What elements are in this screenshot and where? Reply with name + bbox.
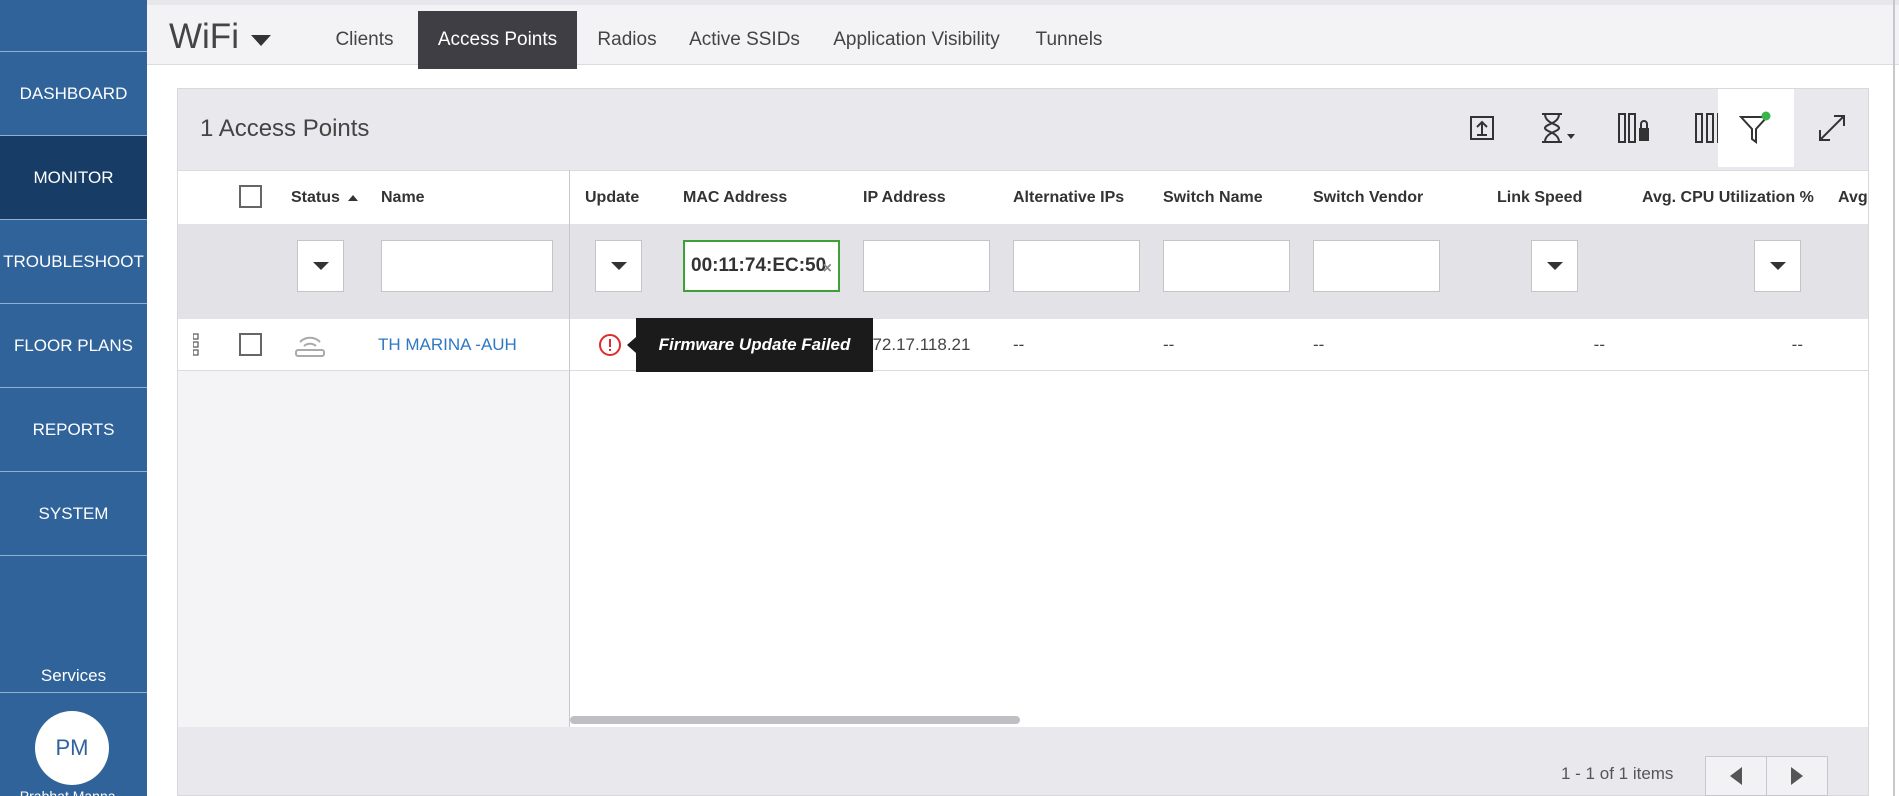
column-header-update[interactable]: Update [585, 171, 639, 225]
alternative-ips-filter-input[interactable] [1013, 240, 1140, 292]
tab-clients[interactable]: Clients [317, 11, 412, 69]
filter-icon [1739, 111, 1771, 144]
top-navigation: WiFi Clients Access Points Radios Active… [147, 0, 1899, 69]
expand-button[interactable] [1794, 89, 1870, 167]
chevron-down-icon [610, 262, 627, 270]
link-speed-cell: -- [1593, 335, 1605, 354]
chevron-down-icon [250, 34, 271, 46]
column-header-status[interactable]: Status [291, 171, 358, 225]
update-cell[interactable] [598, 319, 622, 371]
app-title: WiFi [169, 17, 239, 56]
status-cell [294, 319, 326, 371]
time-range-button[interactable] [1520, 89, 1596, 167]
column-header-ip-address[interactable]: IP Address [863, 171, 946, 225]
tab-active-ssids[interactable]: Active SSIDs [682, 11, 807, 69]
sidebar-item-dashboard[interactable]: DASHBOARD [0, 52, 147, 136]
sidebar-item-floor-plans[interactable]: FLOOR PLANS [0, 304, 147, 388]
avatar[interactable]: PM [35, 711, 109, 785]
sidebar-top [0, 0, 147, 52]
drag-handle-icon [193, 333, 199, 356]
alert-icon [599, 334, 621, 356]
switch-name-cell: -- [1163, 335, 1175, 354]
chevron-down-icon [1769, 262, 1786, 270]
row-checkbox[interactable] [239, 333, 262, 356]
update-filter-select[interactable] [595, 240, 642, 292]
tab-tunnels[interactable]: Tunnels [1024, 11, 1114, 69]
sidebar-item-troubleshoot[interactable]: TROUBLESHOOT [0, 220, 147, 304]
ip-address-filter-input[interactable] [863, 240, 990, 292]
frozen-column-divider [569, 170, 570, 727]
clear-icon[interactable]: × [823, 260, 832, 278]
table-row[interactable]: TH MARINA -AUH 172.17.118.21 -- -- -- --… [178, 319, 1868, 371]
sidebar-item-monitor[interactable]: MONITOR [0, 136, 147, 220]
horizontal-scrollbar[interactable] [570, 716, 1020, 724]
export-icon [1470, 116, 1494, 140]
filter-row: 00:11:74:EC:50 × [178, 224, 1868, 319]
access-point-status-icon [295, 336, 325, 357]
time-range-icon [1542, 113, 1575, 143]
grid-header: Status Name Update MAC Address IP Addres… [178, 170, 1868, 224]
switch-vendor-filter-input[interactable] [1313, 240, 1440, 292]
sidebar-item-reports[interactable]: REPORTS [0, 388, 147, 472]
column-header-switch-name[interactable]: Switch Name [1163, 171, 1263, 225]
window-edge [1893, 0, 1895, 796]
select-all-checkbox[interactable] [239, 185, 262, 208]
column-label-status: Status [291, 189, 340, 206]
column-header-link-speed[interactable]: Link Speed [1497, 171, 1582, 225]
tab-radios[interactable]: Radios [581, 11, 673, 69]
mac-address-filter-value: 00:11:74:EC:50 [691, 255, 827, 276]
next-page-button[interactable] [1766, 756, 1828, 796]
column-header-switch-vendor[interactable]: Switch Vendor [1313, 171, 1423, 225]
lock-columns-icon [1618, 113, 1649, 143]
ip-address-cell: 172.17.118.21 [863, 335, 971, 354]
grid-body [570, 371, 1868, 727]
expand-icon [1819, 115, 1845, 141]
status-filter-select[interactable] [297, 240, 344, 292]
column-header-mac-address[interactable]: MAC Address [683, 171, 787, 225]
chevron-left-icon [1730, 767, 1742, 785]
column-header-name[interactable]: Name [381, 171, 425, 225]
avatar-name: Prabhat Manna... [19, 788, 128, 796]
tooltip: Firmware Update Failed [627, 318, 873, 372]
panel-title: 1 Access Points [200, 115, 370, 142]
chevron-down-icon [312, 262, 329, 270]
ap-name-link[interactable]: TH MARINA -AUH [378, 319, 517, 371]
mac-address-filter-input[interactable]: 00:11:74:EC:50 × [683, 240, 840, 292]
switch-vendor-cell: -- [1313, 335, 1325, 354]
pager-info: 1 - 1 of 1 items [1561, 764, 1674, 783]
switch-name-filter-input[interactable] [1163, 240, 1290, 292]
chevron-right-icon [1791, 767, 1803, 785]
chevron-down-icon [1546, 262, 1563, 270]
column-header-avg[interactable]: Avg. [1838, 171, 1868, 225]
tab-application-visibility[interactable]: Application Visibility [816, 11, 1017, 69]
previous-page-button[interactable] [1705, 756, 1767, 796]
name-filter-input[interactable] [381, 240, 553, 292]
sidebar-item-services[interactable]: Services [0, 660, 147, 693]
link-speed-filter-select[interactable] [1531, 240, 1578, 292]
export-button[interactable] [1444, 89, 1520, 167]
column-header-avg-cpu[interactable]: Avg. CPU Utilization % [1642, 171, 1814, 225]
lock-columns-button[interactable] [1596, 89, 1672, 167]
column-header-alternative-ips[interactable]: Alternative IPs [1013, 171, 1124, 225]
avg-cpu-filter-select[interactable] [1754, 240, 1801, 292]
sidebar-item-system[interactable]: SYSTEM [0, 472, 147, 556]
app-switcher[interactable]: WiFi [169, 17, 271, 57]
alternative-ips-cell: -- [1013, 335, 1025, 354]
filter-button[interactable] [1718, 89, 1794, 167]
sidebar: DASHBOARD MONITOR TROUBLESHOOT FLOOR PLA… [0, 0, 147, 796]
tab-access-points[interactable]: Access Points [418, 11, 577, 69]
avg-cpu-cell: -- [1791, 335, 1803, 354]
frozen-columns-body [178, 371, 569, 727]
row-menu-handle[interactable] [193, 319, 199, 371]
sort-ascending-icon [347, 195, 358, 201]
